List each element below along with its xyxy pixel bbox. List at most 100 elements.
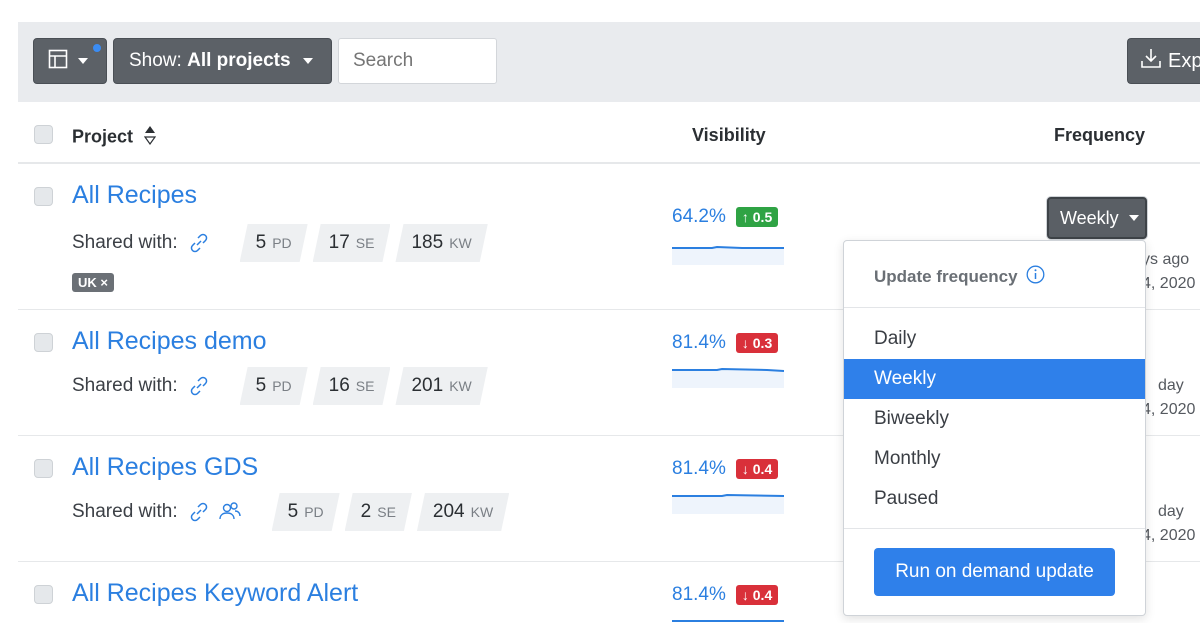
frequency-menu-title: Update frequency bbox=[874, 265, 1045, 289]
table-layout-icon bbox=[48, 49, 68, 74]
visibility-value[interactable]: 64.2% bbox=[672, 206, 726, 228]
pd-count: 5 PD bbox=[240, 367, 308, 405]
visibility-value[interactable]: 81.4% bbox=[672, 332, 726, 354]
menu-item-weekly[interactable]: Weekly bbox=[844, 359, 1145, 399]
chevron-down-icon bbox=[1128, 215, 1139, 221]
pd-count: 5 PD bbox=[240, 224, 308, 262]
se-value: 16 bbox=[328, 375, 350, 396]
menu-item-biweekly[interactable]: Biweekly bbox=[844, 399, 1145, 439]
toolbar: Show: All projects Exp bbox=[18, 22, 1200, 102]
se-count: 16 SE bbox=[313, 367, 391, 405]
last-update-date: 4, 2020 bbox=[1142, 275, 1196, 292]
users-icon[interactable] bbox=[218, 501, 242, 523]
visibility-change-badge: ↓ 0.4 bbox=[735, 459, 779, 479]
search-input[interactable] bbox=[338, 38, 497, 84]
project-stats: 5 PD 16 SE 201 KW bbox=[240, 367, 488, 405]
visibility-cell: 81.4% ↓ 0.4 bbox=[672, 584, 779, 606]
chevron-down-icon bbox=[78, 58, 88, 64]
pd-count: 5 PD bbox=[272, 493, 340, 531]
column-frequency[interactable]: Frequency bbox=[1054, 125, 1145, 146]
shared-with: Shared with: 5 PD 17 SE 185 KW bbox=[72, 224, 488, 262]
show-filter-label: Show: All projects bbox=[129, 50, 291, 72]
show-filter-dropdown[interactable]: Show: All projects bbox=[113, 38, 332, 84]
kw-unit: KW bbox=[449, 235, 472, 251]
visibility-change-badge: ↑ 0.5 bbox=[735, 207, 779, 227]
project-name-link[interactable]: All Recipes demo bbox=[72, 327, 267, 356]
visibility-cell: 81.4% ↓ 0.4 bbox=[672, 458, 779, 480]
pd-value: 5 bbox=[255, 232, 267, 253]
last-update-date: 4, 2020 bbox=[1142, 401, 1196, 418]
export-button[interactable]: Exp bbox=[1127, 38, 1200, 84]
kw-count: 185 KW bbox=[395, 224, 487, 262]
row-checkbox[interactable] bbox=[34, 333, 53, 352]
select-all-checkbox[interactable] bbox=[34, 125, 53, 144]
sort-icon[interactable] bbox=[143, 125, 157, 150]
show-prefix: Show: bbox=[129, 50, 182, 71]
project-name-link[interactable]: All Recipes GDS bbox=[72, 453, 258, 482]
run-on-demand-update-button[interactable]: Run on demand update bbox=[874, 548, 1115, 596]
link-icon[interactable] bbox=[188, 501, 210, 523]
row-checkbox[interactable] bbox=[34, 187, 53, 206]
visibility-change-badge: ↓ 0.3 bbox=[735, 333, 779, 353]
visibility-sparkline bbox=[672, 245, 784, 265]
last-update-relative: ys ago bbox=[1142, 251, 1190, 268]
pd-value: 5 bbox=[255, 375, 267, 396]
project-stats: 5 PD 2 SE 204 KW bbox=[272, 493, 510, 531]
visibility-cell: 81.4% ↓ 0.3 bbox=[672, 332, 779, 354]
last-update-relative: day bbox=[1158, 503, 1184, 520]
se-value: 17 bbox=[328, 232, 350, 253]
menu-item-paused[interactable]: Paused bbox=[844, 479, 1145, 519]
frequency-menu-title-text: Update frequency bbox=[874, 267, 1018, 286]
kw-value: 201 bbox=[411, 375, 444, 396]
pd-unit: PD bbox=[272, 235, 292, 251]
se-unit: SE bbox=[355, 235, 375, 251]
view-toggle-button[interactable] bbox=[33, 38, 107, 84]
project-stats: 5 PD 17 SE 185 KW bbox=[240, 224, 488, 262]
visibility-change-badge: ↓ 0.4 bbox=[735, 585, 779, 605]
column-visibility[interactable]: Visibility bbox=[692, 125, 766, 146]
visibility-value[interactable]: 81.4% bbox=[672, 584, 726, 606]
column-project-label: Project bbox=[72, 126, 134, 147]
se-value: 2 bbox=[360, 501, 372, 522]
last-update-relative: day bbox=[1158, 377, 1184, 394]
se-unit: SE bbox=[377, 504, 396, 520]
pd-unit: PD bbox=[272, 378, 292, 394]
visibility-value[interactable]: 81.4% bbox=[672, 458, 726, 480]
shared-label: Shared with: bbox=[72, 501, 178, 522]
link-icon[interactable] bbox=[188, 375, 210, 397]
menu-item-daily[interactable]: Daily bbox=[844, 319, 1145, 359]
row-checkbox[interactable] bbox=[34, 459, 53, 478]
se-count: 2 SE bbox=[345, 493, 412, 531]
menu-item-monthly[interactable]: Monthly bbox=[844, 439, 1145, 479]
column-project[interactable]: Project bbox=[72, 125, 157, 150]
kw-unit: KW bbox=[470, 504, 494, 520]
kw-value: 185 bbox=[411, 232, 444, 253]
se-unit: SE bbox=[355, 378, 375, 394]
frequency-dropdown-button[interactable]: Weekly bbox=[1047, 197, 1147, 239]
info-icon[interactable] bbox=[1026, 265, 1045, 289]
visibility-sparkline bbox=[672, 620, 784, 622]
frequency-menu: Update frequency Daily Weekly Biweekly M… bbox=[843, 240, 1146, 616]
chevron-down-icon bbox=[302, 58, 313, 64]
notification-dot bbox=[92, 43, 102, 53]
shared-with: Shared with: 5 PD 2 SE 204 KW bbox=[72, 493, 509, 531]
visibility-cell: 64.2% ↑ 0.5 bbox=[672, 206, 779, 228]
table-header: Project Visibility Frequency bbox=[18, 102, 1200, 164]
kw-value: 204 bbox=[432, 501, 465, 522]
pd-value: 5 bbox=[287, 501, 299, 522]
show-value: All projects bbox=[187, 50, 291, 71]
project-name-link[interactable]: All Recipes Keyword Alert bbox=[72, 579, 358, 608]
shared-label: Shared with: bbox=[72, 232, 178, 253]
row-checkbox[interactable] bbox=[34, 585, 53, 604]
export-label: Exp bbox=[1168, 49, 1200, 72]
shared-with: Shared with: 5 PD 16 SE 201 KW bbox=[72, 367, 488, 405]
kw-unit: KW bbox=[449, 378, 472, 394]
kw-count: 201 KW bbox=[395, 367, 487, 405]
country-tag[interactable]: UK × bbox=[72, 273, 114, 292]
se-count: 17 SE bbox=[313, 224, 391, 262]
last-update-date: 4, 2020 bbox=[1142, 527, 1196, 544]
link-icon[interactable] bbox=[188, 232, 210, 254]
project-name-link[interactable]: All Recipes bbox=[72, 181, 197, 210]
divider bbox=[844, 307, 1145, 308]
pd-unit: PD bbox=[304, 504, 324, 520]
